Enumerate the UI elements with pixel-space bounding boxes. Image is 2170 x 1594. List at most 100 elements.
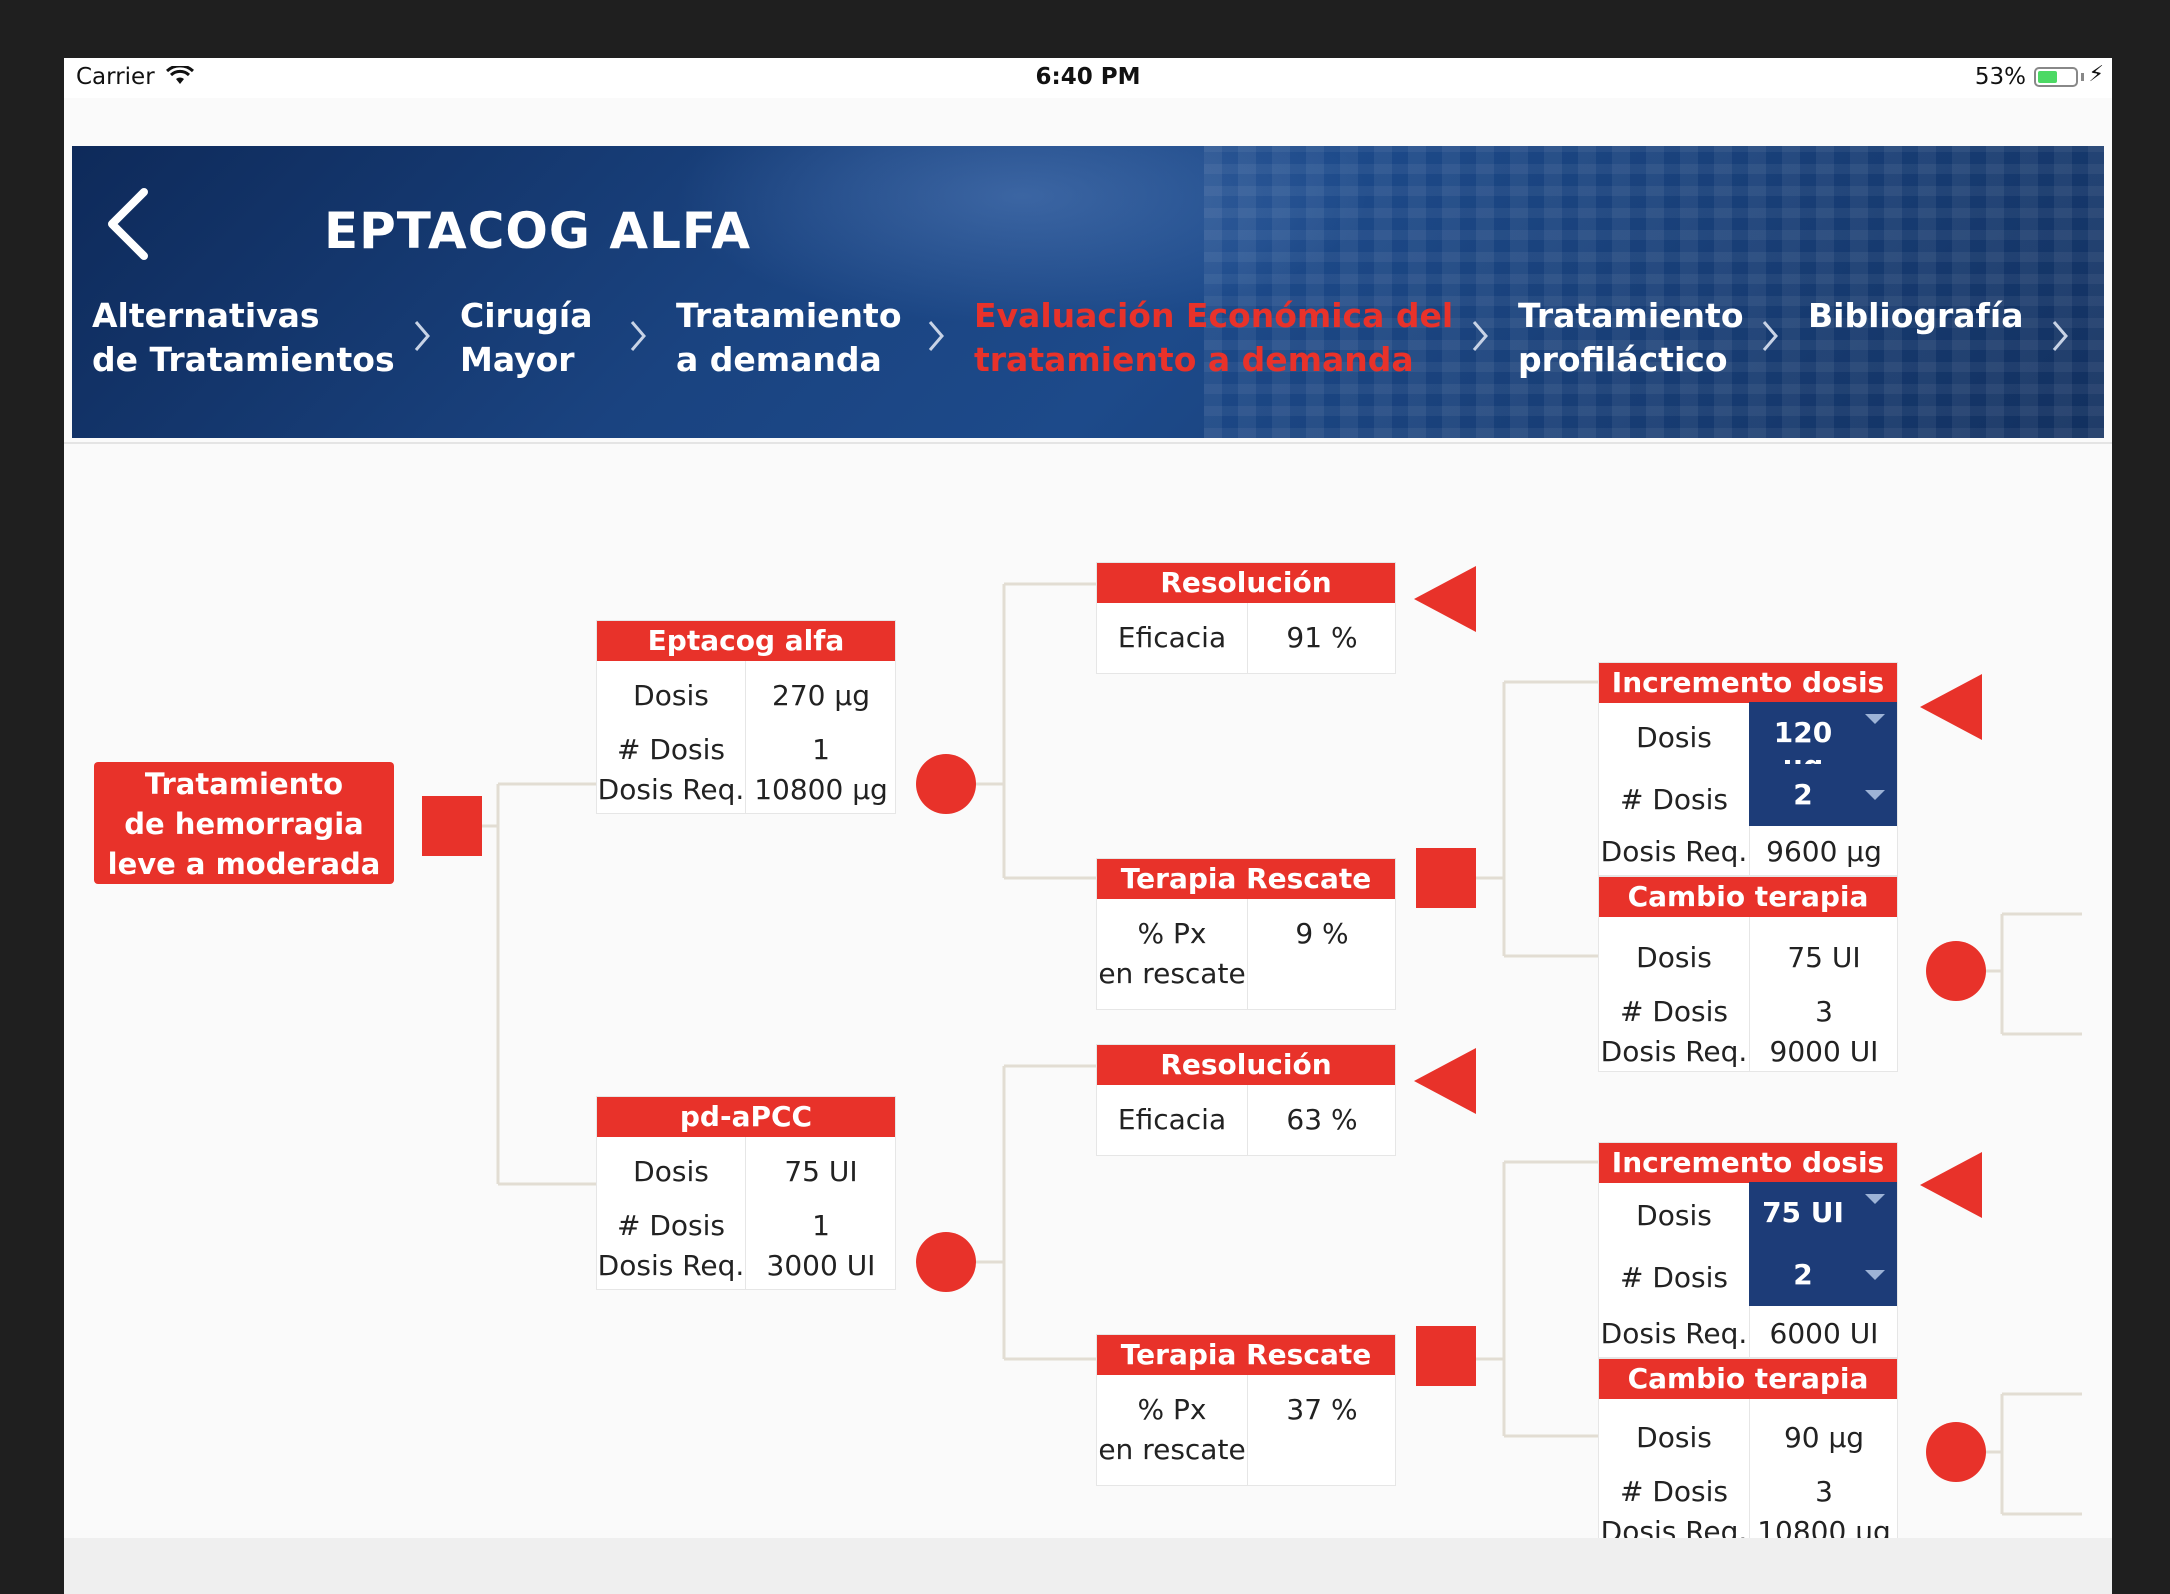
option-card-pdapcc: pd-aPCC Dosis 75 UI # Dosis 1 Dosis Req.… xyxy=(596,1096,896,1290)
dose-count-select[interactable]: 2 xyxy=(1749,764,1897,826)
row-value: 10800 µg xyxy=(754,773,888,806)
decision-node xyxy=(1416,848,1476,908)
row-label: Dosis Req. xyxy=(1600,1035,1748,1068)
row-label: Dosis xyxy=(633,679,709,712)
outcome-card-resolucion: Resolución Eficacia 63 % xyxy=(1096,1044,1396,1156)
battery-percent: 53% xyxy=(1974,64,2026,90)
row-label: Eficacia xyxy=(1117,621,1227,654)
row-value: 37 % xyxy=(1286,1393,1358,1426)
dose-select[interactable]: 75 UI xyxy=(1749,1182,1897,1244)
row-label: % Px xyxy=(1137,1393,1207,1426)
chevron-right-icon xyxy=(1472,321,1488,351)
card-title: Resolución xyxy=(1097,1045,1395,1085)
outcome-card-cambio-terapia: Cambio terapia Dosis 75 UI # Dosis 3 Dos… xyxy=(1598,876,1898,1072)
decision-tree: Tratamiento de hemorragia leve a moderad… xyxy=(64,444,2112,1594)
dropdown-caret-icon xyxy=(1865,1270,1885,1280)
row-label: # Dosis xyxy=(1619,995,1728,1028)
row-label: # Dosis xyxy=(1619,1475,1728,1508)
chevron-right-icon xyxy=(414,321,430,351)
row-value: 3 xyxy=(1815,995,1833,1028)
dropdown-caret-icon xyxy=(1865,1194,1885,1204)
row-label: # Dosis xyxy=(616,1209,725,1242)
row-label: Dosis Req. xyxy=(1600,1317,1748,1350)
row-label: Dosis Req. xyxy=(597,773,745,806)
card-title: pd-aPCC xyxy=(597,1097,895,1137)
row-label: en rescate xyxy=(1098,957,1246,990)
status-bar: Carrier 6:40 PM 53% ⚡ xyxy=(64,58,2112,98)
root-node: Tratamiento de hemorragia leve a moderad… xyxy=(94,762,394,884)
row-label: Dosis xyxy=(1636,1421,1712,1454)
outcome-card-resolucion: Resolución Eficacia 91 % xyxy=(1096,562,1396,674)
row-value: 9 % xyxy=(1295,917,1349,950)
row-label: Eficacia xyxy=(1117,1103,1227,1136)
card-title: Incremento dosis xyxy=(1599,1143,1897,1183)
dose-select[interactable]: 120 µg xyxy=(1749,702,1897,782)
terminal-triangle-icon xyxy=(1414,566,1476,632)
card-title: Resolución xyxy=(1097,563,1395,603)
row-label: # Dosis xyxy=(616,733,725,766)
row-value: 90 µg xyxy=(1783,1421,1865,1454)
tab-tratamiento-demanda[interactable]: Tratamiento a demanda xyxy=(676,294,902,382)
row-value: 3000 UI xyxy=(766,1249,876,1282)
row-label: # Dosis xyxy=(1619,783,1728,816)
decision-node xyxy=(422,796,482,856)
row-value: 1 xyxy=(812,733,830,766)
dose-count-select[interactable]: 2 xyxy=(1749,1244,1897,1306)
row-value: 1 xyxy=(812,1209,830,1242)
card-title: Terapia Rescate xyxy=(1097,1335,1395,1375)
page-title: EPTACOG ALFA xyxy=(324,202,752,260)
row-label: Dosis xyxy=(1636,941,1712,974)
tab-cirugia-mayor[interactable]: Cirugía Mayor xyxy=(460,294,593,382)
row-label: Dosis xyxy=(1636,1199,1712,1232)
card-title: Eptacog alfa xyxy=(597,621,895,661)
terminal-triangle-icon xyxy=(1920,1152,1982,1218)
row-label: Dosis xyxy=(1636,721,1712,754)
outcome-card-terapia-rescate: Terapia Rescate % Px en rescate 37 % xyxy=(1096,1334,1396,1486)
row-value: 75 UI xyxy=(784,1155,858,1188)
tab-alternativas[interactable]: Alternativas de Tratamientos xyxy=(92,294,395,382)
row-value: 91 % xyxy=(1286,621,1358,654)
terminal-triangle-icon xyxy=(1414,1048,1476,1114)
ipad-screen: Carrier 6:40 PM 53% ⚡ EPTACOG ALFA Alter… xyxy=(64,58,2112,1594)
row-label: Dosis xyxy=(633,1155,709,1188)
row-value: 3 xyxy=(1815,1475,1833,1508)
battery-icon xyxy=(2034,67,2078,87)
row-label: en rescate xyxy=(1098,1433,1246,1466)
charging-bolt-icon: ⚡ xyxy=(2088,62,2104,87)
chance-node xyxy=(1926,941,1986,1001)
chevron-right-icon xyxy=(1762,321,1778,351)
row-value: 270 µg xyxy=(772,679,870,712)
card-title: Cambio terapia xyxy=(1599,1359,1897,1399)
row-label: Dosis Req. xyxy=(597,1249,745,1282)
option-card-eptacog: Eptacog alfa Dosis 270 µg # Dosis 1 Dosi… xyxy=(596,620,896,814)
row-value: 6000 UI xyxy=(1769,1317,1879,1350)
back-chevron-icon[interactable] xyxy=(100,184,160,264)
row-label: % Px xyxy=(1137,917,1207,950)
tab-tratamiento-profilactico[interactable]: Tratamiento profiláctico xyxy=(1518,294,1744,382)
clock: 6:40 PM xyxy=(1035,64,1141,90)
bottom-toolbar xyxy=(64,1538,2112,1594)
dropdown-caret-icon xyxy=(1865,790,1885,800)
chevron-right-icon xyxy=(630,321,646,351)
tab-bibliografia[interactable]: Bibliografía xyxy=(1808,294,2023,338)
outcome-card-terapia-rescate: Terapia Rescate % Px en rescate 9 % xyxy=(1096,858,1396,1010)
row-label: Dosis Req. xyxy=(1600,835,1748,868)
row-label: # Dosis xyxy=(1619,1261,1728,1294)
chance-node xyxy=(916,754,976,814)
chance-node xyxy=(916,1232,976,1292)
row-value: 63 % xyxy=(1286,1103,1358,1136)
tab-evaluacion-economica[interactable]: Evaluación Económica del tratamiento a d… xyxy=(974,294,1453,382)
terminal-triangle-icon xyxy=(1920,674,1982,740)
chevron-right-icon xyxy=(928,321,944,351)
card-title: Cambio terapia xyxy=(1599,877,1897,917)
row-value: 75 UI xyxy=(1787,941,1861,974)
row-value: 9600 µg xyxy=(1766,835,1882,868)
outcome-card-cambio-terapia: Cambio terapia Dosis 90 µg # Dosis 3 Dos… xyxy=(1598,1358,1898,1554)
select-value: 2 xyxy=(1793,778,1813,811)
battery-tip xyxy=(2081,73,2084,81)
select-value: 2 xyxy=(1793,1258,1813,1291)
card-title: Incremento dosis xyxy=(1599,663,1897,703)
chevron-right-icon xyxy=(2052,321,2068,351)
row-value: 9000 UI xyxy=(1769,1035,1879,1068)
battery-fill xyxy=(2038,71,2057,83)
